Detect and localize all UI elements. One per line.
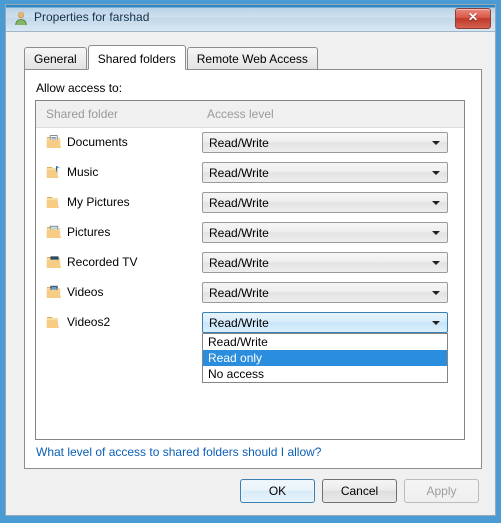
table-row: Recorded TV Read/Write (36, 248, 464, 278)
table-row: Music Read/Write (36, 158, 464, 188)
dialog-button-bar: OK Cancel Apply (233, 479, 479, 504)
access-level-value: Read/Write (209, 136, 269, 150)
column-header-access-level: Access level (207, 107, 274, 121)
folder-name: Music (67, 165, 99, 179)
folder-music-icon (46, 164, 62, 180)
dropdown-option-read-only[interactable]: Read only (203, 350, 447, 366)
title-bar: Properties for farshad ✕ (6, 5, 495, 32)
table-row: My Pictures Read/Write (36, 188, 464, 218)
access-level-dropdown[interactable]: Read/Write (202, 162, 448, 183)
access-level-dropdown[interactable]: Read/Write (202, 252, 448, 273)
table-row: Documents Read/Write (36, 128, 464, 158)
help-link[interactable]: What level of access to shared folders s… (36, 445, 321, 459)
chevron-down-icon (432, 261, 440, 265)
table-row: Pictures Read/Write (36, 218, 464, 248)
tab-remote-web-access[interactable]: Remote Web Access (186, 47, 318, 69)
dialog-window: Properties for farshad ✕ General Shared … (5, 4, 496, 516)
list-rows: Documents Read/Write Music Read/Write My… (36, 128, 464, 383)
access-level-value: Read/Write (209, 226, 269, 240)
close-icon: ✕ (467, 10, 479, 24)
folder-name: Documents (67, 135, 128, 149)
access-level-value: Read/Write (209, 196, 269, 210)
dropdown-option-read-write[interactable]: Read/Write (203, 334, 447, 350)
folder-video-icon (46, 284, 62, 300)
access-level-value: Read/Write (209, 166, 269, 180)
access-level-options-list: Read/Write Read only No access (202, 333, 448, 383)
chevron-down-icon (432, 231, 440, 235)
dialog-body: General Shared folders Remote Web Access… (6, 32, 495, 515)
access-level-value: Read/Write (209, 286, 269, 300)
list-header-row: Shared folder Access level (36, 101, 464, 128)
window-title: Properties for farshad (34, 10, 150, 24)
table-row: Videos Read/Write (36, 278, 464, 308)
access-level-value: Read/Write (209, 256, 269, 270)
chevron-down-icon (432, 201, 440, 205)
apply-button: Apply (404, 479, 479, 503)
close-button[interactable]: ✕ (455, 8, 491, 29)
chevron-down-icon (432, 291, 440, 295)
access-level-dropdown[interactable]: Read/Write (202, 222, 448, 243)
folder-name: Recorded TV (67, 255, 138, 269)
table-row: Videos2 Read/Write Read/Write Read only … (36, 308, 464, 383)
ok-button[interactable]: OK (240, 479, 315, 503)
chevron-down-icon (432, 141, 440, 145)
folder-pictures-icon (46, 224, 62, 240)
access-level-dropdown-open[interactable]: Read/Write (202, 312, 448, 333)
tab-strip: General Shared folders Remote Web Access (24, 45, 319, 70)
access-level-value: Read/Write (209, 316, 269, 330)
folder-name: Videos2 (67, 315, 111, 329)
folder-documents-icon (46, 134, 62, 150)
tab-shared-folders[interactable]: Shared folders (87, 45, 186, 70)
shared-folders-panel: Allow access to: Shared folder Access le… (24, 69, 482, 469)
folder-name: Videos (67, 285, 104, 299)
access-level-dropdown[interactable]: Read/Write (202, 132, 448, 153)
shared-folders-list: Shared folder Access level Documents Rea… (35, 100, 465, 440)
folder-plain-icon (46, 314, 62, 330)
allow-access-label: Allow access to: (36, 81, 123, 95)
folder-tv-icon (46, 254, 62, 270)
dropdown-option-no-access[interactable]: No access (203, 366, 447, 382)
folder-name: Pictures (67, 225, 111, 239)
dialog-window-frame: Properties for farshad ✕ General Shared … (0, 0, 501, 523)
cancel-button[interactable]: Cancel (322, 479, 397, 503)
folder-plain-icon (46, 194, 62, 210)
column-header-shared-folder: Shared folder (46, 107, 119, 121)
access-level-dropdown[interactable]: Read/Write (202, 282, 448, 303)
chevron-down-icon (432, 171, 440, 175)
access-level-dropdown[interactable]: Read/Write (202, 192, 448, 213)
user-icon (13, 10, 29, 26)
tab-general[interactable]: General (24, 47, 87, 69)
folder-name: My Pictures (67, 195, 130, 209)
chevron-down-icon (432, 321, 440, 325)
